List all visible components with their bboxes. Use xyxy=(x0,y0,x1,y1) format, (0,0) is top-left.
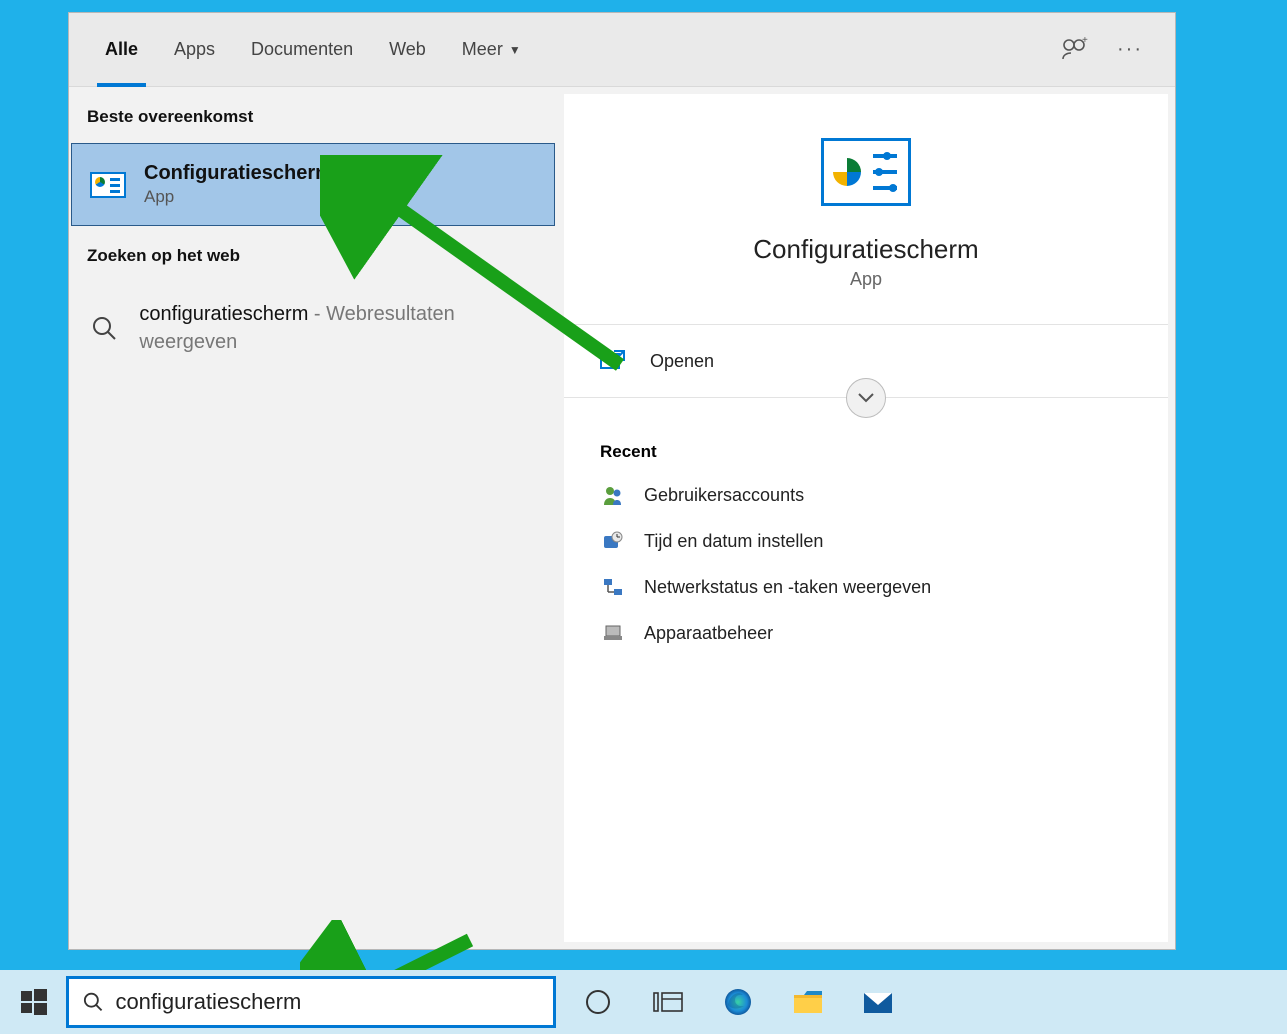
cortana-button[interactable] xyxy=(580,984,616,1020)
tab-label: Apps xyxy=(174,39,215,60)
edge-icon xyxy=(723,987,753,1017)
tab-label: Alle xyxy=(105,39,138,60)
tab-web[interactable]: Web xyxy=(371,13,444,86)
clock-icon xyxy=(600,530,626,552)
task-view-button[interactable] xyxy=(650,984,686,1020)
chevron-down-icon: ▼ xyxy=(509,43,521,57)
network-icon xyxy=(600,576,626,598)
open-label: Openen xyxy=(650,351,714,372)
web-query: configuratiescherm xyxy=(139,303,308,325)
web-search-result[interactable]: configuratiescherm - Webresultaten weerg… xyxy=(69,282,557,374)
tab-label: Web xyxy=(389,39,426,60)
task-view-icon xyxy=(653,990,683,1014)
result-subtitle: App xyxy=(144,187,333,207)
recent-item-network[interactable]: Netwerkstatus en -taken weergeven xyxy=(564,564,1168,610)
recent-item-users[interactable]: Gebruikersaccounts xyxy=(564,472,1168,518)
mail-button[interactable] xyxy=(860,984,896,1020)
circle-icon xyxy=(584,988,612,1016)
more-options-icon[interactable]: ··· xyxy=(1117,38,1143,61)
mail-icon xyxy=(862,989,894,1015)
tab-documents[interactable]: Documenten xyxy=(233,13,371,86)
tab-more[interactable]: Meer ▼ xyxy=(444,13,539,86)
recent-label: Apparaatbeheer xyxy=(644,623,773,644)
preview-title: Configuratiescherm xyxy=(564,234,1168,265)
recent-label: Tijd en datum instellen xyxy=(644,531,823,552)
explorer-button[interactable] xyxy=(790,984,826,1020)
svg-text:+: + xyxy=(1082,37,1088,46)
results-column: Beste overeenkomst Configuratiescherm Ap… xyxy=(69,87,557,949)
result-title: Configuratiescherm xyxy=(144,162,333,185)
recent-item-device[interactable]: Apparaatbeheer xyxy=(564,610,1168,656)
best-match-result[interactable]: Configuratiescherm App xyxy=(71,143,555,226)
web-search-header: Zoeken op het web xyxy=(69,226,557,282)
search-icon xyxy=(83,310,125,346)
chevron-down-icon xyxy=(857,392,875,404)
tab-apps[interactable]: Apps xyxy=(156,13,233,86)
taskbar-search[interactable] xyxy=(66,976,556,1028)
tab-all[interactable]: Alle xyxy=(87,13,156,86)
recent-header: Recent xyxy=(564,418,1168,472)
tab-label: Documenten xyxy=(251,39,353,60)
folder-icon xyxy=(792,989,824,1015)
device-icon xyxy=(600,622,626,644)
start-button[interactable] xyxy=(6,974,62,1030)
search-panel: Alle Apps Documenten Web Meer ▼ + ··· Be… xyxy=(68,12,1176,950)
tab-bar: Alle Apps Documenten Web Meer ▼ + ··· xyxy=(69,13,1175,87)
search-input[interactable] xyxy=(115,989,539,1015)
control-panel-icon xyxy=(821,138,911,206)
preview-subtitle: App xyxy=(564,269,1168,290)
windows-icon xyxy=(21,989,47,1015)
expand-button[interactable] xyxy=(846,378,886,418)
edge-button[interactable] xyxy=(720,984,756,1020)
users-icon xyxy=(600,484,626,506)
control-panel-icon xyxy=(86,167,130,203)
preview-hero: Configuratiescherm App xyxy=(564,94,1168,325)
best-match-header: Beste overeenkomst xyxy=(69,87,557,143)
recent-label: Netwerkstatus en -taken weergeven xyxy=(644,577,931,598)
feedback-icon[interactable]: + xyxy=(1059,37,1089,63)
recent-item-time[interactable]: Tijd en datum instellen xyxy=(564,518,1168,564)
preview-column: Configuratiescherm App Openen Recent Geb… xyxy=(564,94,1168,942)
recent-label: Gebruikersaccounts xyxy=(644,485,804,506)
tab-label: Meer xyxy=(462,39,503,60)
open-icon xyxy=(600,349,630,373)
search-icon xyxy=(83,991,103,1013)
recent-list: Gebruikersaccounts Tijd en datum instell… xyxy=(564,472,1168,656)
taskbar xyxy=(0,970,1287,1034)
